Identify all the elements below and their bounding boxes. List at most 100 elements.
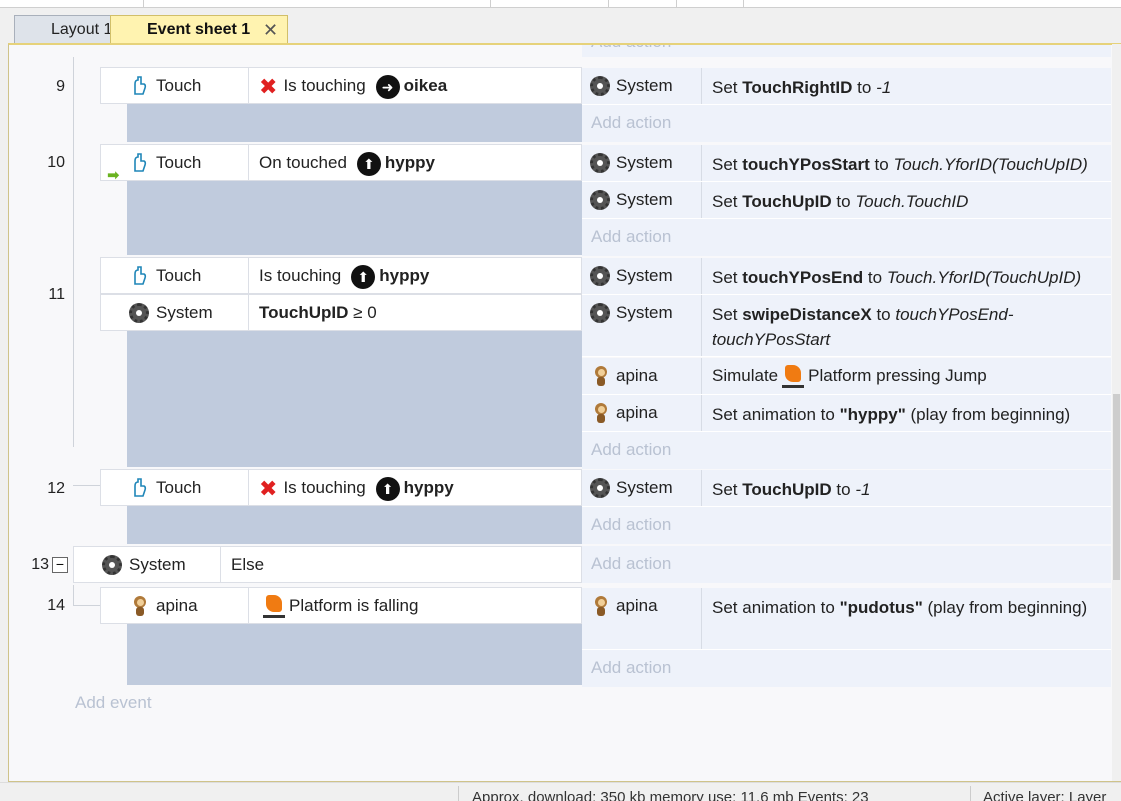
event-number: 9 (56, 78, 65, 95)
tab-label: Layout 1 (51, 21, 113, 38)
action-text: Set animation to "hyppy" (play from begi… (712, 405, 1071, 424)
action-row[interactable]: System Set touchYPosStart to Touch.YforI… (582, 145, 1111, 182)
tab-event-sheet-1[interactable]: Event sheet 1 ✕ (110, 15, 288, 44)
add-action-link[interactable]: Add action (582, 507, 1111, 544)
condition-text: Is touching ⬆ hyppy (249, 258, 429, 293)
action-object[interactable]: System (582, 145, 702, 181)
action-object[interactable]: System (582, 68, 702, 104)
object-name: apina (616, 596, 658, 615)
tree-line (73, 57, 74, 447)
tree-line (73, 485, 100, 486)
action-text: Set swipeDistanceX to touchYPosEnd-touch… (712, 305, 1014, 349)
action-object[interactable]: System (582, 470, 702, 506)
vertical-scrollbar[interactable] (1112, 44, 1121, 781)
object-name: System (616, 76, 673, 95)
condition-text: Else (231, 555, 265, 574)
collapse-toggle[interactable]: − (52, 557, 68, 573)
object-name: System (616, 478, 673, 497)
add-action-link[interactable]: Add action (582, 432, 1111, 469)
action-object[interactable]: System (582, 295, 702, 356)
touch-icon (134, 478, 147, 497)
condition-object[interactable]: Touch (101, 470, 249, 505)
condition-row[interactable]: Touch Is touching ⬆ hyppy (100, 257, 582, 294)
condition-object[interactable]: System (101, 295, 249, 330)
object-name: System (616, 266, 673, 285)
action-text: Simulate Platform pressing Jump (712, 363, 1107, 389)
condition-text: ✖ Is touching ⬆ hyppy (249, 470, 454, 505)
monkey-icon (131, 596, 149, 616)
object-name: System (129, 555, 186, 574)
condition-row[interactable]: ➡ Touch On touched ⬆ hyppy (100, 144, 582, 184)
add-event-link[interactable]: Add event (75, 693, 152, 713)
condition-comparison: ≥ 0 (353, 303, 377, 322)
condition-object[interactable]: apina (101, 588, 249, 623)
condition-block (127, 181, 582, 255)
monkey-icon (592, 403, 610, 423)
gear-icon (590, 190, 610, 210)
object-name: System (616, 190, 673, 209)
scrollbar-thumb[interactable] (1113, 394, 1120, 580)
action-text: Set animation to "pudotus" (play from be… (712, 598, 1088, 617)
action-row[interactable]: apina Set animation to "hyppy" (play fro… (582, 395, 1111, 432)
status-memory-info: Approx. download: 350 kb memory use: 11.… (472, 789, 869, 801)
condition-row[interactable]: apina Platform is falling (100, 587, 582, 624)
event-number: 11 (48, 286, 65, 303)
action-text: Set TouchRightID to -1 (712, 78, 892, 97)
tab-bar: Layout 1 Event sheet 1 ✕ (0, 8, 1121, 44)
object-name: Touch (156, 76, 202, 95)
tree-line (73, 585, 74, 605)
condition-row[interactable]: Touch ✖ Is touching ➜ oikea (100, 67, 582, 104)
touch-icon (134, 266, 147, 285)
gear-icon (590, 303, 610, 323)
object-name: apina (616, 366, 658, 385)
condition-block (127, 331, 582, 467)
close-icon[interactable]: ✕ (263, 16, 278, 44)
action-object[interactable]: apina (582, 358, 702, 394)
tab-layout-1[interactable]: Layout 1 (14, 15, 118, 44)
event-number: 10 (47, 154, 65, 171)
action-row[interactable]: apina Simulate Platform pressing Jump (582, 358, 1111, 395)
condition-row[interactable]: System TouchUpID ≥ 0 (100, 294, 582, 331)
add-action-link[interactable]: Add action (582, 45, 1111, 57)
touch-icon (134, 76, 147, 95)
condition-block (127, 506, 582, 544)
condition-target: hyppy (379, 266, 430, 285)
invert-x-icon: ✖ (259, 73, 278, 99)
condition-object[interactable]: Touch (101, 258, 249, 293)
add-action-link[interactable]: Add action (582, 650, 1111, 687)
action-object[interactable]: System (582, 182, 702, 218)
condition-object[interactable]: System (74, 547, 221, 582)
condition-text: ✖ Is touching ➜ oikea (249, 68, 447, 103)
action-row[interactable]: apina Set animation to "pudotus" (play f… (582, 588, 1111, 650)
condition-row[interactable]: Touch ✖ Is touching ⬆ hyppy (100, 469, 582, 506)
object-name: System (616, 153, 673, 172)
condition-object[interactable]: Touch (101, 145, 249, 180)
action-text: Set TouchUpID to -1 (712, 480, 871, 499)
action-row[interactable]: System Set TouchUpID to Touch.TouchID (582, 182, 1111, 219)
action-row[interactable]: System Set TouchUpID to -1 (582, 470, 1111, 507)
condition-label: Is touching (283, 76, 366, 95)
invert-x-icon: ✖ (259, 475, 278, 501)
tab-label: Event sheet 1 (147, 21, 251, 38)
condition-row[interactable]: System Else (73, 546, 582, 583)
object-name: apina (156, 596, 198, 615)
add-action-link[interactable]: Add action (582, 219, 1111, 256)
add-action-link[interactable]: Add action (582, 105, 1111, 142)
status-active-layer: Active layer: Layer (983, 789, 1107, 801)
action-row[interactable]: System Set touchYPosEnd to Touch.YforID(… (582, 258, 1111, 295)
gear-icon (102, 555, 122, 575)
action-row[interactable]: System Set TouchRightID to -1 (582, 68, 1111, 105)
arrow-up-icon: ⬆ (375, 476, 400, 501)
monkey-icon (592, 366, 610, 386)
action-object[interactable]: System (582, 258, 702, 294)
action-row[interactable]: System Set swipeDistanceX to touchYPosEn… (582, 295, 1111, 357)
action-object[interactable]: apina (582, 395, 702, 431)
action-object[interactable]: apina (582, 588, 702, 649)
monkey-icon (592, 596, 610, 616)
add-action-link[interactable]: Add action (582, 546, 1111, 583)
condition-object[interactable]: Touch (101, 68, 249, 103)
arrow-right-icon: ➜ (375, 74, 400, 99)
event-sheet: Add action 9 Touch ✖ Is touching ➜oikea Sy… (9, 45, 1119, 781)
event-number: 12 (47, 480, 65, 497)
platform-behavior-icon (263, 594, 285, 619)
